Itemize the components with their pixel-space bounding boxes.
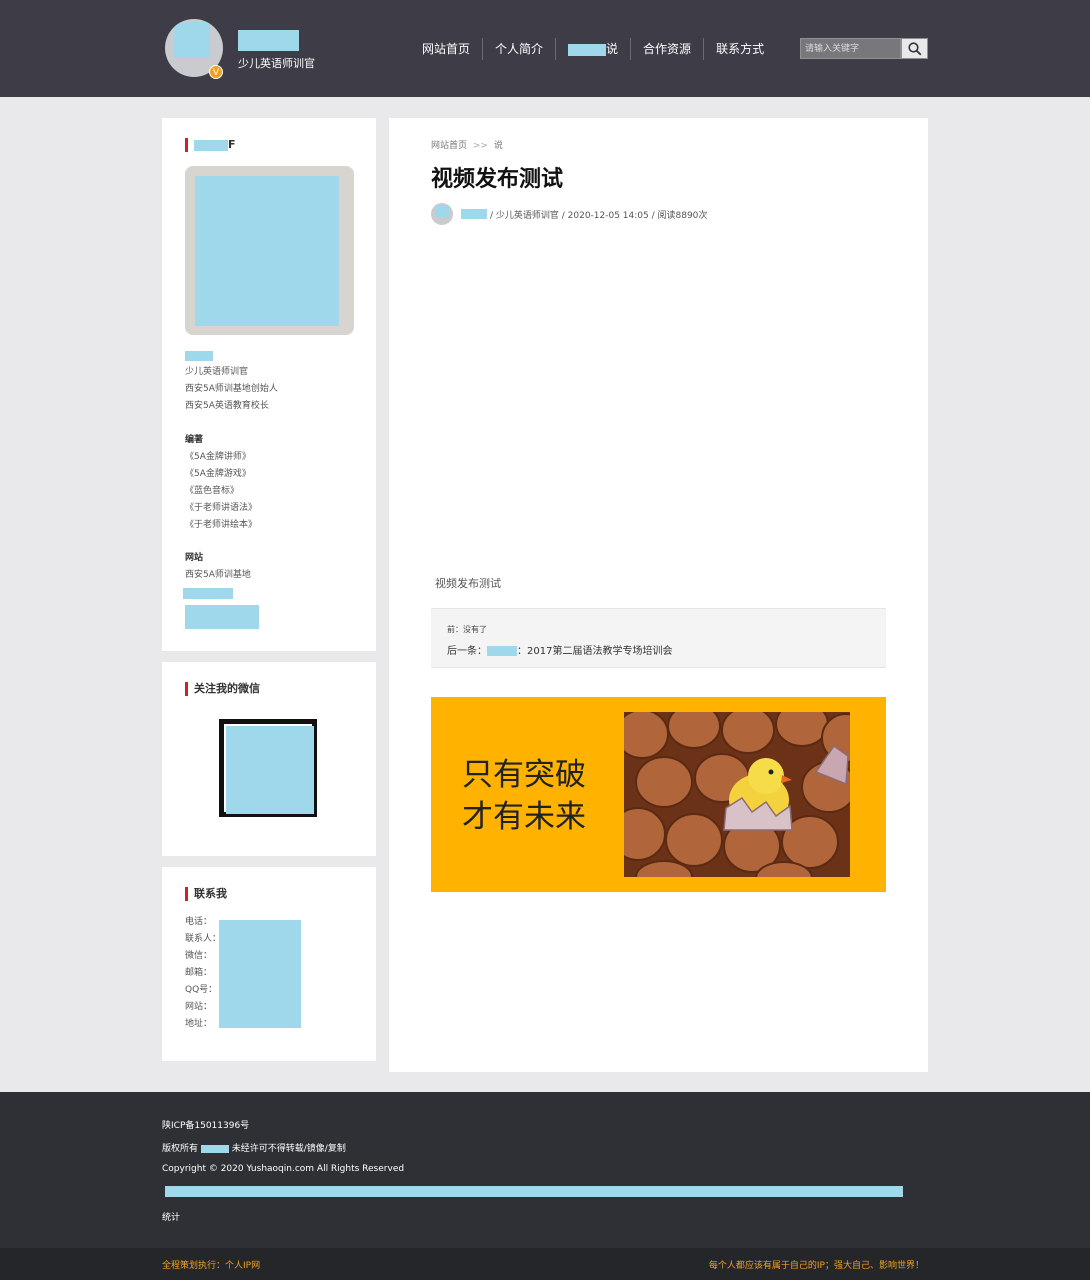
site-footer: 陕ICP备15011396号 版权所有 未经许可不得转载/镜像/复制 Copyr… <box>0 1092 1090 1248</box>
breadcrumb: 网站首页 >> 说 <box>431 138 503 151</box>
redacted-block <box>219 920 301 1028</box>
profile-titles: 少儿英语师训官 西安5A师训基地创始人 西安5A英语教育校长 <box>185 364 278 415</box>
next-label: 后一条： <box>447 646 487 657</box>
wechat-card: 关注我的微信 <box>162 662 376 856</box>
nav-profile[interactable]: 个人简介 <box>482 38 555 60</box>
profile-card-title: F <box>185 138 236 152</box>
profile-sites: 网站 西安5A师训基地 <box>185 550 251 584</box>
article-title: 视频发布测试 <box>431 167 564 192</box>
next-title[interactable]: ：2017第二届语法教学专场培训会 <box>517 646 672 657</box>
site-item[interactable]: 西安5A师训基地 <box>185 567 251 584</box>
book-item: 《于老师讲绘本》 <box>185 520 258 530</box>
footer-motto: 每个人都应该有属于自己的IP；强大自己、影响世界！ <box>708 1261 924 1271</box>
book-item: 《5A金牌游戏》 <box>185 469 251 479</box>
book-item: 《5A金牌讲师》 <box>185 452 251 462</box>
chick-egg-image <box>624 712 850 877</box>
contact-person: 联系人： <box>185 934 222 944</box>
next-post[interactable]: 后一条： ：2017第二届语法教学专场培训会 <box>447 642 672 657</box>
contact-website: 网站： <box>185 1002 213 1012</box>
search-button[interactable] <box>901 38 928 59</box>
site-name-redacted[interactable] <box>238 30 299 51</box>
nav-contact[interactable]: 联系方式 <box>703 38 776 60</box>
rights-suffix: 未经许可不得转载/镜像/复制 <box>231 1144 346 1154</box>
redacted-block <box>183 588 233 599</box>
verified-badge: V <box>209 65 223 79</box>
article-panel: 网站首页 >> 说 视频发布测试 / 少儿英语师训官 / 2020-12-05 … <box>389 118 928 1072</box>
banner-slogan: 只有突破 才有未来 <box>462 754 586 838</box>
profile-books: 编著 《5A金牌讲师》 《5A金牌游戏》 《蓝色音标》 《于老师讲语法》 《于老… <box>185 432 257 534</box>
breadcrumb-current[interactable]: 说 <box>494 141 503 151</box>
profile-line: 西安5A师训基地创始人 <box>185 384 278 394</box>
redacted-block <box>195 176 339 326</box>
site-subtitle: 少儿英语师训官 <box>238 57 315 70</box>
redacted-block <box>185 605 259 629</box>
slogan-line: 只有突破 <box>462 757 586 793</box>
nav-resources[interactable]: 合作资源 <box>630 38 703 60</box>
profile-card: F 少儿英语师训官 西安5A师训基地创始人 西安5A英语教育校长 编著 《5A金… <box>162 118 376 651</box>
footer-bottom-bar: 全程策划执行：个人IP网 每个人都应该有属于自己的IP；强大自己、影响世界！ <box>0 1248 1090 1280</box>
redacted-block <box>226 726 314 814</box>
slogan-line: 才有未来 <box>462 799 586 835</box>
rights-prefix: 版权所有 <box>162 1144 199 1154</box>
footer-rights: 版权所有 未经许可不得转载/镜像/复制 <box>162 1141 346 1154</box>
article-meta-text: / 少儿英语师训官 / 2020-12-05 14:05 / 阅读8890次 <box>490 210 708 221</box>
wechat-qr-code <box>219 719 317 817</box>
author-avatar <box>431 203 453 225</box>
profile-line: 少儿英语师训官 <box>185 367 249 377</box>
redacted-block <box>174 22 210 58</box>
profile-name-redacted <box>185 351 213 361</box>
footer-stats: 统计 <box>162 1213 181 1223</box>
contact-email: 邮箱： <box>185 968 213 978</box>
prev-next-nav: 前：没有了 后一条： ：2017第二届语法教学专场培训会 <box>431 608 886 668</box>
contact-qq: QQ号： <box>185 985 218 995</box>
site-header: V 少儿英语师训官 网站首页 个人简介 说 合作资源 联系方式 <box>0 0 1090 97</box>
profile-photo <box>185 166 354 335</box>
book-item: 《蓝色音标》 <box>185 486 240 496</box>
search-icon <box>907 41 921 55</box>
author-name-redacted <box>461 209 487 219</box>
redacted-block <box>165 1186 903 1197</box>
contact-wechat: 微信： <box>185 951 213 961</box>
contact-phone: 电话： <box>185 917 213 927</box>
contact-card-title: 联系我 <box>185 887 227 901</box>
books-heading: 编著 <box>185 435 204 445</box>
contact-list: 电话： 联系人： 微信： 邮箱： QQ号： 网站： 地址： <box>185 914 221 1033</box>
footer-copyright: Copyright © 2020 Yushaoqin.com All Right… <box>162 1164 405 1174</box>
redacted-block <box>200 1144 229 1153</box>
book-item: 《于老师讲语法》 <box>185 503 258 513</box>
breadcrumb-separator: >> <box>472 141 488 151</box>
prev-post: 前：没有了 <box>447 625 487 634</box>
redacted-block <box>487 646 517 656</box>
video-caption: 视频发布测试 <box>435 577 501 590</box>
article-meta: / 少儿英语师训官 / 2020-12-05 14:05 / 阅读8890次 <box>431 203 707 225</box>
contact-card: 联系我 电话： 联系人： 微信： 邮箱： QQ号： 网站： 地址： <box>162 867 376 1061</box>
icp-link[interactable]: 陕ICP备15011396号 <box>162 1118 249 1131</box>
main-nav: 网站首页 个人简介 说 合作资源 联系方式 <box>410 38 776 60</box>
footer-credit[interactable]: 全程策划执行：个人IP网 <box>162 1258 260 1271</box>
search-box <box>800 38 928 59</box>
redacted-block <box>435 205 449 217</box>
contact-address: 地址： <box>185 1019 213 1029</box>
wechat-card-title: 关注我的微信 <box>185 682 260 696</box>
redacted-block <box>568 43 607 56</box>
profile-line: 西安5A英语教育校长 <box>185 401 269 411</box>
redacted-block <box>194 139 228 151</box>
promo-banner[interactable]: 只有突破 才有未来 <box>431 697 886 892</box>
nav-home[interactable]: 网站首页 <box>410 38 482 60</box>
nav-talk[interactable]: 说 <box>555 38 630 60</box>
sites-heading: 网站 <box>185 553 204 563</box>
breadcrumb-home[interactable]: 网站首页 <box>431 141 467 151</box>
search-input[interactable] <box>800 38 901 59</box>
